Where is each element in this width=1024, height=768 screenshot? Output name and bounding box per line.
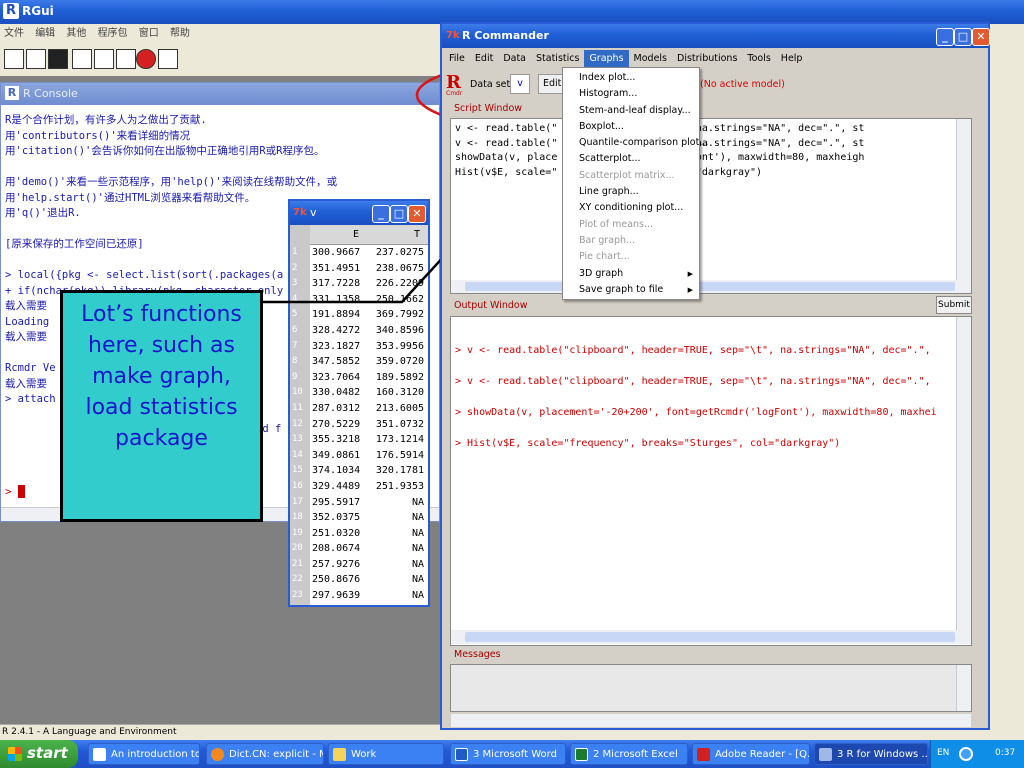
- language-indicator[interactable]: EN: [937, 748, 949, 758]
- r-logo-icon: [819, 748, 832, 761]
- output-line: > Hist(v$E, scale="frequency", breaks="S…: [455, 438, 841, 449]
- messages-label: Messages: [454, 649, 501, 660]
- task-adobe[interactable]: Adobe Reader - [Q...: [692, 743, 810, 765]
- rcmdr-bottom-scrollbar[interactable]: [451, 714, 971, 727]
- start-label: start: [27, 744, 68, 762]
- rcmdr-menu-file[interactable]: File: [444, 50, 470, 68]
- clock: 0:37: [995, 748, 1016, 758]
- task-dictcn[interactable]: Dict.CN: explicit - M...: [206, 743, 324, 765]
- graphs-menu-item[interactable]: Histogram...: [563, 86, 699, 102]
- output-line: > showData(v, placement='-20+200', font=…: [455, 407, 937, 418]
- graphs-menu-item: Scatterplot matrix...: [579, 169, 675, 181]
- excel-icon: [575, 748, 588, 761]
- rcmdr-menu-edit[interactable]: Edit: [470, 50, 498, 68]
- rcmdr-menubar: File Edit Data Statistics Graphs Models Distri…: [444, 50, 988, 68]
- rcmdr-window: 7k R Commander _ □ ✕ File Edit Data Statist…: [440, 22, 990, 730]
- folder-icon: [333, 748, 346, 761]
- task-r-windows[interactable]: 3 R for Windows ...: [814, 743, 928, 765]
- start-button[interactable]: start: [0, 740, 78, 768]
- dataset-label: Data set:: [470, 79, 514, 90]
- messages-vscrollbar[interactable]: [956, 665, 971, 711]
- system-tray: EN 0:37: [930, 740, 1024, 768]
- minimize-icon[interactable]: _: [936, 28, 954, 46]
- graphs-menu-item[interactable]: 3D graph ▶: [563, 266, 699, 282]
- graphs-menu-item[interactable]: Stem-and-leaf display...: [563, 103, 699, 119]
- rcmdr-menu-help[interactable]: Help: [776, 50, 808, 68]
- graphs-dropdown: Index plot... Histogram... Stem-and-leaf d…: [562, 67, 708, 300]
- rcmdr-logo-sub: Cmdr: [446, 90, 463, 97]
- task-work[interactable]: Work: [328, 743, 444, 765]
- submit-button[interactable]: Submit: [936, 296, 972, 314]
- rcmdr-menu-graphs[interactable]: Graphs: [584, 50, 629, 68]
- tk-icon: 7k: [446, 30, 460, 41]
- status-text: R 2.4.1 - A Language and Environment: [2, 727, 177, 737]
- firefox-icon: [211, 748, 224, 761]
- graphs-menu-item: Bar graph...: [579, 234, 636, 246]
- graphs-menu-item[interactable]: Quantile-comparison plot...: [563, 135, 708, 151]
- output-line: > v <- read.table("clipboard", header=TR…: [455, 376, 931, 387]
- graphs-menu-item[interactable]: Save graph to file ▶: [563, 282, 699, 298]
- word-icon: [455, 748, 468, 761]
- task-intro-r[interactable]: An introduction to R: [88, 743, 200, 765]
- graphs-menu-item[interactable]: Scatterplot...: [563, 151, 699, 167]
- script-editor[interactable]: v <- read.table(" UE, sep="\t", na.strin…: [450, 118, 972, 294]
- rcmdr-menu-data[interactable]: Data: [498, 50, 531, 68]
- output-window-label: Output Window: [454, 300, 528, 311]
- rgui-statusbar: R 2.4.1 - A Language and Environment: [0, 724, 440, 740]
- close-icon[interactable]: ✕: [972, 28, 990, 46]
- graphs-menu-item: Plot of means...: [579, 218, 654, 230]
- graphs-menu-item[interactable]: Line graph...: [563, 184, 699, 200]
- network-icon[interactable]: [959, 747, 973, 761]
- submenu-arrow-icon: ▶: [687, 269, 693, 278]
- output-line: > v <- read.table("clipboard", header=TR…: [455, 345, 931, 356]
- rcmdr-title: R Commander: [462, 29, 549, 42]
- maximize-icon[interactable]: □: [954, 28, 972, 46]
- graphs-menu-item[interactable]: XY conditioning plot...: [563, 200, 699, 216]
- rcmdr-menu-tools[interactable]: Tools: [742, 50, 775, 68]
- adobe-icon: [697, 748, 710, 761]
- output-hscrollbar[interactable]: [451, 630, 971, 644]
- windows-logo-icon: [8, 747, 22, 761]
- dataset-button[interactable]: v: [510, 74, 530, 94]
- script-hscrollbar[interactable]: [451, 280, 971, 293]
- output-pane[interactable]: > v <- read.table("clipboard", header=TR…: [450, 316, 972, 646]
- task-word[interactable]: 3 Microsoft Word: [450, 743, 566, 765]
- submenu-arrow-icon: ▶: [687, 285, 693, 294]
- graphs-menu-item: Pie chart...: [579, 251, 630, 263]
- output-vscrollbar[interactable]: [956, 317, 971, 630]
- rcmdr-menu-distributions[interactable]: Distributions: [672, 50, 742, 68]
- document-icon: [93, 748, 106, 761]
- active-model-label: (No active model): [700, 79, 785, 90]
- rcmdr-titlebar: 7k R Commander _ □ ✕: [442, 24, 990, 48]
- messages-pane[interactable]: [450, 664, 972, 712]
- graphs-menu-item[interactable]: Boxplot...: [563, 119, 699, 135]
- script-vscrollbar[interactable]: [956, 119, 971, 280]
- graphs-menu-item[interactable]: Index plot...: [563, 70, 699, 86]
- script-window-label: Script Window: [454, 103, 523, 114]
- rcmdr-menu-statistics[interactable]: Statistics: [531, 50, 584, 68]
- task-excel[interactable]: 2 Microsoft Excel: [570, 743, 688, 765]
- rcmdr-menu-models[interactable]: Models: [629, 50, 672, 68]
